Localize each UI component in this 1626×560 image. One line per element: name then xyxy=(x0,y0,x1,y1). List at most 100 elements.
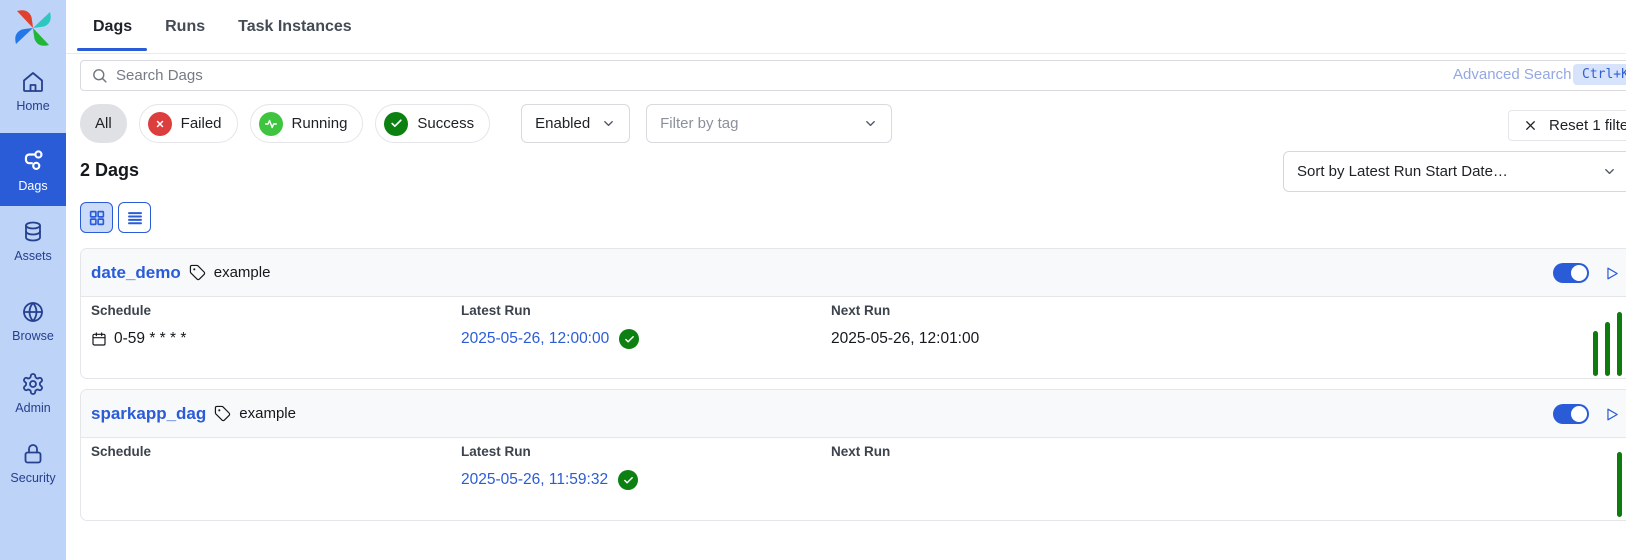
view-toggle-group xyxy=(80,202,151,233)
enabled-filter-value: Enabled xyxy=(535,115,590,132)
next-run-value: 2025-05-26, 12:01:00 xyxy=(831,328,979,350)
schedule-value xyxy=(91,469,151,491)
page-tabs: Dags Runs Task Instances xyxy=(93,0,352,53)
tag-icon xyxy=(189,264,206,281)
filter-chip-running[interactable]: Running xyxy=(250,104,364,143)
sidebar-item-browse[interactable]: Browse xyxy=(0,300,66,343)
schedule-column: Schedule 0-59 * * * * xyxy=(91,303,186,350)
filter-row: All Failed Running Success Enabled Filte… xyxy=(80,104,892,143)
sidebar-item-label: Assets xyxy=(14,249,52,263)
gear-icon xyxy=(21,372,45,396)
close-icon xyxy=(1523,118,1538,133)
reset-filters-button[interactable]: Reset 1 filter xyxy=(1508,110,1626,141)
sidebar-item-dags[interactable]: Dags xyxy=(0,133,66,206)
schedule-label: Schedule xyxy=(91,444,151,459)
latest-run-link[interactable]: 2025-05-26, 11:59:32 xyxy=(461,471,608,489)
run-success-badge xyxy=(618,470,638,490)
enabled-filter-select[interactable]: Enabled xyxy=(521,104,630,143)
play-icon xyxy=(1603,265,1620,282)
chevron-down-icon xyxy=(601,116,616,131)
sidebar-item-admin[interactable]: Admin xyxy=(0,372,66,415)
dag-card-sparkapp-dag: sparkapp_dag example Schedule Latest Run… xyxy=(80,389,1626,521)
next-run-label: Next Run xyxy=(831,303,979,318)
grid-view-icon xyxy=(88,209,106,227)
toggle-knob xyxy=(1571,406,1587,422)
filter-chip-label: Success xyxy=(417,115,474,132)
sidebar-item-security[interactable]: Security xyxy=(0,442,66,485)
filter-chip-all[interactable]: All xyxy=(80,104,127,143)
sidebar-item-label: Dags xyxy=(18,179,47,193)
tabs-divider xyxy=(66,53,1626,54)
run-history-bar[interactable] xyxy=(1605,322,1610,376)
run-history-bar[interactable] xyxy=(1617,452,1622,517)
airflow-dags-page: Home Dags Assets Browse xyxy=(0,0,1626,560)
schedule-cron: 0-59 * * * * xyxy=(114,330,186,348)
run-history-bar[interactable] xyxy=(1617,312,1622,376)
filter-chip-failed[interactable]: Failed xyxy=(139,104,238,143)
dag-name-link[interactable]: date_demo xyxy=(91,263,181,283)
dag-enabled-toggle[interactable] xyxy=(1553,404,1589,424)
dag-graph-icon xyxy=(20,148,46,174)
table-view-button[interactable] xyxy=(118,202,151,233)
trigger-dag-button[interactable] xyxy=(1603,265,1620,282)
sort-select-value: Sort by Latest Run Start Date… xyxy=(1297,163,1508,180)
toggle-knob xyxy=(1571,265,1587,281)
tab-task-instances[interactable]: Task Instances xyxy=(238,0,352,53)
filter-chip-label: All xyxy=(95,115,112,132)
latest-run-link[interactable]: 2025-05-26, 12:00:00 xyxy=(461,330,609,348)
calendar-icon xyxy=(91,331,107,347)
dag-card-header: date_demo example xyxy=(81,249,1626,297)
latest-run-column: Latest Run 2025-05-26, 11:59:32 xyxy=(461,444,638,491)
search-input[interactable] xyxy=(116,67,1626,84)
dag-name-link[interactable]: sparkapp_dag xyxy=(91,404,206,424)
next-run-value xyxy=(831,469,890,491)
advanced-search-link[interactable]: Advanced Search xyxy=(1453,66,1571,83)
schedule-column: Schedule xyxy=(91,444,151,491)
run-history-bars[interactable] xyxy=(1593,312,1622,376)
filter-chip-label: Failed xyxy=(181,115,222,132)
sidebar-item-label: Home xyxy=(16,99,49,113)
next-run-column: Next Run 2025-05-26, 12:01:00 xyxy=(831,303,979,350)
search-bar: Advanced Search Ctrl+K xyxy=(80,60,1626,91)
chevron-down-icon xyxy=(863,116,878,131)
dag-tag-label[interactable]: example xyxy=(214,264,271,281)
dag-count-heading: 2 Dags xyxy=(80,160,139,181)
running-status-icon xyxy=(259,112,283,136)
card-view-button[interactable] xyxy=(80,202,113,233)
search-shortcut-badge: Ctrl+K xyxy=(1573,64,1626,85)
dag-tag-label[interactable]: example xyxy=(239,405,296,422)
run-history-bar[interactable] xyxy=(1593,331,1598,376)
sidebar-item-home[interactable]: Home xyxy=(0,70,66,113)
database-icon xyxy=(21,220,45,244)
filter-chip-label: Running xyxy=(292,115,348,132)
tab-runs[interactable]: Runs xyxy=(165,0,205,53)
reset-filters-label: Reset 1 filter xyxy=(1549,117,1626,134)
dag-card-date-demo: date_demo example Schedule 0-59 * * * * xyxy=(80,248,1626,379)
sort-select[interactable]: Sort by Latest Run Start Date… xyxy=(1283,151,1626,192)
trigger-dag-button[interactable] xyxy=(1603,406,1620,423)
run-history-bars[interactable] xyxy=(1617,452,1622,517)
tag-filter-placeholder: Filter by tag xyxy=(660,115,738,132)
latest-run-column: Latest Run 2025-05-26, 12:00:00 xyxy=(461,303,639,350)
tab-dags[interactable]: Dags xyxy=(93,0,132,53)
airflow-pinwheel-logo xyxy=(11,6,55,50)
list-view-icon xyxy=(126,209,144,227)
filter-chip-success[interactable]: Success xyxy=(375,104,490,143)
search-icon xyxy=(91,67,108,84)
chevron-down-icon xyxy=(1602,164,1617,179)
next-run-column: Next Run xyxy=(831,444,890,491)
tag-filter-combobox[interactable]: Filter by tag xyxy=(646,104,892,143)
schedule-label: Schedule xyxy=(91,303,186,318)
sidebar-item-label: Security xyxy=(10,471,55,485)
lock-icon xyxy=(21,442,45,466)
latest-run-label: Latest Run xyxy=(461,444,638,459)
sidebar-item-assets[interactable]: Assets xyxy=(0,220,66,263)
failed-status-icon xyxy=(148,112,172,136)
play-icon xyxy=(1603,406,1620,423)
dag-card-body: Schedule Latest Run 2025-05-26, 11:59:32… xyxy=(81,438,1626,519)
latest-run-label: Latest Run xyxy=(461,303,639,318)
dag-enabled-toggle[interactable] xyxy=(1553,263,1589,283)
sidebar-item-label: Browse xyxy=(12,329,54,343)
next-run-label: Next Run xyxy=(831,444,890,459)
schedule-value: 0-59 * * * * xyxy=(91,328,186,350)
